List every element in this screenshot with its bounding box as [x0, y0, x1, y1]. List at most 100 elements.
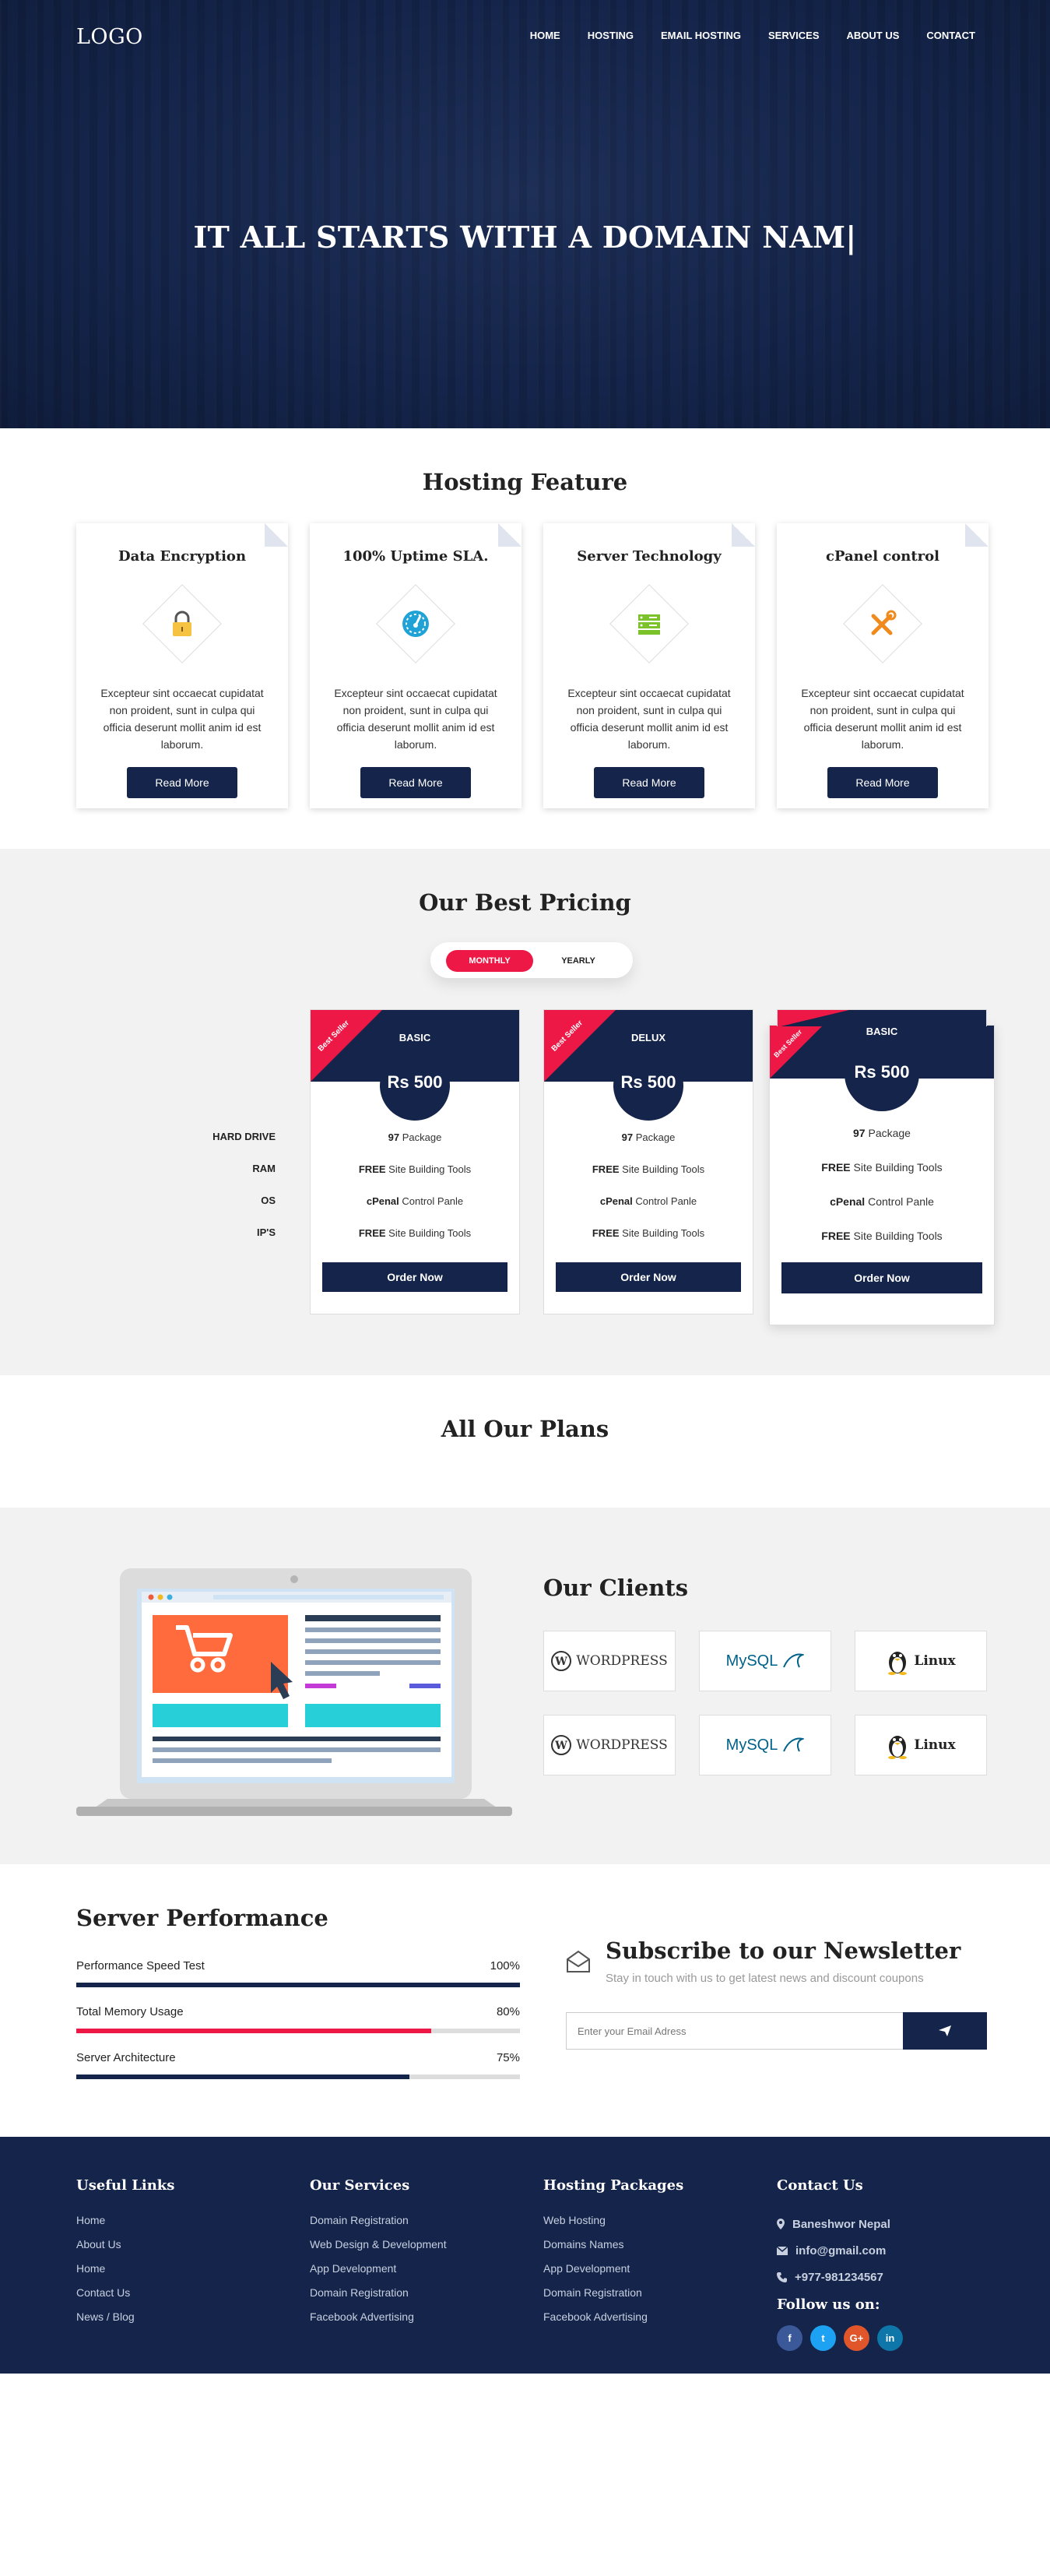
plan-feature: FREE Site Building Tools: [358, 1163, 472, 1175]
plan-feature: 97 Package: [853, 1127, 911, 1139]
contact-email-text: info@gmail.com: [795, 2243, 887, 2258]
footer-link[interactable]: Web Design & Development: [310, 2238, 447, 2262]
plan-feature: FREE Site Building Tools: [821, 1230, 943, 1242]
footer-link[interactable]: Domain Registration: [310, 2214, 447, 2238]
newsletter-email-input[interactable]: [566, 2012, 903, 2050]
footer-link[interactable]: About Us: [76, 2238, 174, 2262]
pricing-card-basic: Best Seller BASIC Rs 500 97 Package FREE…: [310, 1009, 520, 1314]
read-more-button[interactable]: Read More: [360, 767, 471, 798]
clients-title: Our Clients: [543, 1575, 689, 1601]
footer-link[interactable]: News / Blog: [76, 2310, 174, 2335]
footer-heading: Contact Us: [777, 2177, 863, 2194]
client-name: WORDPRESS: [576, 1653, 668, 1669]
read-more-button[interactable]: Read More: [827, 767, 938, 798]
twitter-icon[interactable]: t: [810, 2325, 836, 2351]
progress-track: [76, 1983, 520, 1987]
footer-link[interactable]: Facebook Advertising: [543, 2310, 683, 2335]
main-nav: HOME HOSTING EMAIL HOSTING SERVICES ABOU…: [530, 30, 975, 41]
pricing-card-featured: Best Seller BASIC Rs 500 97 Package FREE…: [769, 1025, 995, 1325]
contact-email[interactable]: info@gmail.com: [777, 2237, 903, 2264]
newsletter-send-button[interactable]: [903, 2012, 987, 2050]
icon-frame: [609, 584, 689, 663]
plan-feature: 97 Package: [388, 1131, 442, 1143]
progress-fill: [76, 2029, 431, 2033]
feature-cards: Data Encryption Excepteur sint occaecat …: [76, 523, 989, 808]
footer-link[interactable]: Home: [76, 2262, 174, 2286]
envelope-icon: [777, 2246, 788, 2255]
contact-phone[interactable]: +977-981234567: [777, 2264, 903, 2290]
footer-heading: Hosting Packages: [543, 2177, 684, 2194]
footer-link[interactable]: Home: [76, 2214, 174, 2238]
site-logo[interactable]: LOGO: [76, 25, 143, 49]
plan-price: Rs 500: [613, 1050, 683, 1121]
facebook-icon[interactable]: f: [777, 2325, 802, 2351]
plan-name: DELUX: [630, 1032, 666, 1043]
read-more-button[interactable]: Read More: [594, 767, 704, 798]
footer-link[interactable]: Web Hosting: [543, 2214, 683, 2238]
page-fold-decoration: [965, 523, 989, 547]
tux-penguin-icon: [888, 1736, 908, 1759]
icon-frame: [376, 584, 455, 663]
section-title: Our Best Pricing: [419, 889, 631, 916]
pricing-card-delux: Best Seller DELUX Rs 500 97 Package FREE…: [543, 1009, 753, 1314]
client-logo-linux[interactable]: Linux: [855, 1631, 987, 1691]
client-name: WORDPRESS: [576, 1737, 668, 1753]
nav-about-us[interactable]: ABOUT US: [847, 30, 900, 41]
linkedin-icon[interactable]: in: [877, 2325, 903, 2351]
laptop-illustration: [76, 1568, 512, 1816]
nav-services[interactable]: SERVICES: [768, 30, 820, 41]
envelope-open-icon: [567, 1950, 590, 1972]
footer-link[interactable]: Domain Registration: [310, 2286, 447, 2310]
client-logo-linux[interactable]: Linux: [855, 1715, 987, 1775]
footer-heading: Useful Links: [76, 2177, 175, 2194]
footer-heading: Our Services: [310, 2177, 410, 2194]
client-logo-mysql[interactable]: MySQL: [699, 1631, 831, 1691]
nav-home[interactable]: HOME: [530, 30, 560, 41]
progress-bar-architecture: Server Architecture 75%: [76, 2051, 520, 2079]
plan-feature: FREE Site Building Tools: [592, 1163, 705, 1175]
progress-value: 80%: [496, 2005, 520, 2018]
google-plus-icon[interactable]: G+: [844, 2325, 869, 2351]
contact-location-text: Baneshwor Nepal: [792, 2217, 890, 2231]
server-icon: [638, 614, 660, 635]
order-now-button[interactable]: Order Now: [781, 1262, 982, 1293]
progress-fill: [76, 1983, 520, 1987]
site-footer: Useful Links Home About Us Home Contact …: [0, 2137, 1050, 2374]
dolphin-icon: [783, 1737, 805, 1752]
feature-card: Data Encryption Excepteur sint occaecat …: [76, 523, 288, 808]
svg-text:W: W: [554, 1740, 567, 1752]
nav-email-hosting[interactable]: EMAIL HOSTING: [661, 30, 741, 41]
footer-link[interactable]: Domains Names: [543, 2238, 683, 2262]
hero-title: IT ALL STARTS WITH A DOMAIN NAM|: [193, 220, 857, 255]
progress-value: 75%: [496, 2051, 520, 2064]
nav-hosting[interactable]: HOSTING: [588, 30, 634, 41]
all-plans-section: All Our Plans: [0, 1375, 1050, 1508]
toggle-yearly[interactable]: YEARLY: [539, 950, 617, 972]
performance-title: Server Performance: [76, 1905, 328, 1931]
client-logo-wordpress[interactable]: W WORDPRESS: [543, 1631, 676, 1691]
client-name: Linux: [914, 1653, 956, 1669]
row-label: HARD DRIVE: [212, 1131, 276, 1142]
footer-link[interactable]: App Development: [310, 2262, 447, 2286]
wordpress-logo-icon: W: [551, 1735, 572, 1755]
follow-us-label: Follow us on:: [777, 2296, 880, 2313]
read-more-button[interactable]: Read More: [127, 767, 237, 798]
client-logo-mysql[interactable]: MySQL: [699, 1715, 831, 1775]
toggle-monthly[interactable]: MONTHLY: [446, 950, 533, 972]
footer-link[interactable]: Domain Registration: [543, 2286, 683, 2310]
billing-toggle: MONTHLY YEARLY: [430, 942, 633, 978]
page-fold-decoration: [732, 523, 755, 547]
nav-contact[interactable]: CONTACT: [926, 30, 975, 41]
footer-packages: Hosting Packages Web Hosting Domains Nam…: [543, 2177, 683, 2335]
order-now-button[interactable]: Order Now: [322, 1262, 507, 1292]
order-now-button[interactable]: Order Now: [556, 1262, 741, 1292]
feature-card: cPanel control Excepteur sint occaecat c…: [777, 523, 989, 808]
footer-link[interactable]: Contact Us: [76, 2286, 174, 2310]
plan-feature: cPenal Control Panle: [599, 1195, 697, 1207]
footer-link[interactable]: App Development: [543, 2262, 683, 2286]
plan-name: BASIC: [866, 1026, 898, 1037]
client-logo-wordpress[interactable]: W WORDPRESS: [543, 1715, 676, 1775]
social-links: f t G+ in: [777, 2325, 903, 2351]
footer-link[interactable]: Facebook Advertising: [310, 2310, 447, 2335]
icon-frame: [142, 584, 222, 663]
